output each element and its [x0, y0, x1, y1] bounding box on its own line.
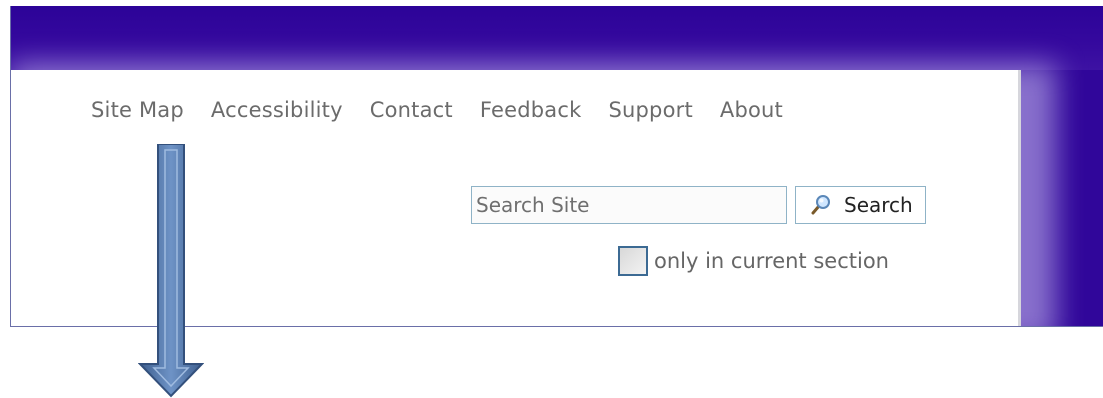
nav-item-accessibility: Accessibility: [211, 98, 370, 122]
nav-item-contact: Contact: [370, 98, 480, 122]
site-map-link[interactable]: Site Map: [91, 98, 184, 122]
search-button-label: Search: [844, 193, 913, 217]
support-link[interactable]: Support: [608, 98, 692, 122]
current-section-checkbox[interactable]: [618, 246, 648, 276]
nav-item-about: About: [720, 98, 810, 122]
search-form: Search: [471, 186, 926, 224]
about-link[interactable]: About: [720, 98, 783, 122]
nav-item-feedback: Feedback: [480, 98, 609, 122]
current-section-label: only in current section: [654, 249, 889, 273]
arrow-down-icon: [138, 144, 204, 398]
nav-item-support: Support: [608, 98, 719, 122]
header-banner: [11, 6, 1103, 70]
search-button[interactable]: Search: [795, 186, 926, 224]
feedback-link[interactable]: Feedback: [480, 98, 582, 122]
search-input[interactable]: [471, 186, 787, 224]
nav-item-site-map: Site Map: [91, 98, 211, 122]
accessibility-link[interactable]: Accessibility: [211, 98, 343, 122]
magnifier-icon: [811, 195, 830, 215]
site-actions-nav: Site Map Accessibility Contact Feedback …: [91, 98, 810, 122]
contact-link[interactable]: Contact: [370, 98, 453, 122]
current-section-option: only in current section: [618, 246, 889, 276]
